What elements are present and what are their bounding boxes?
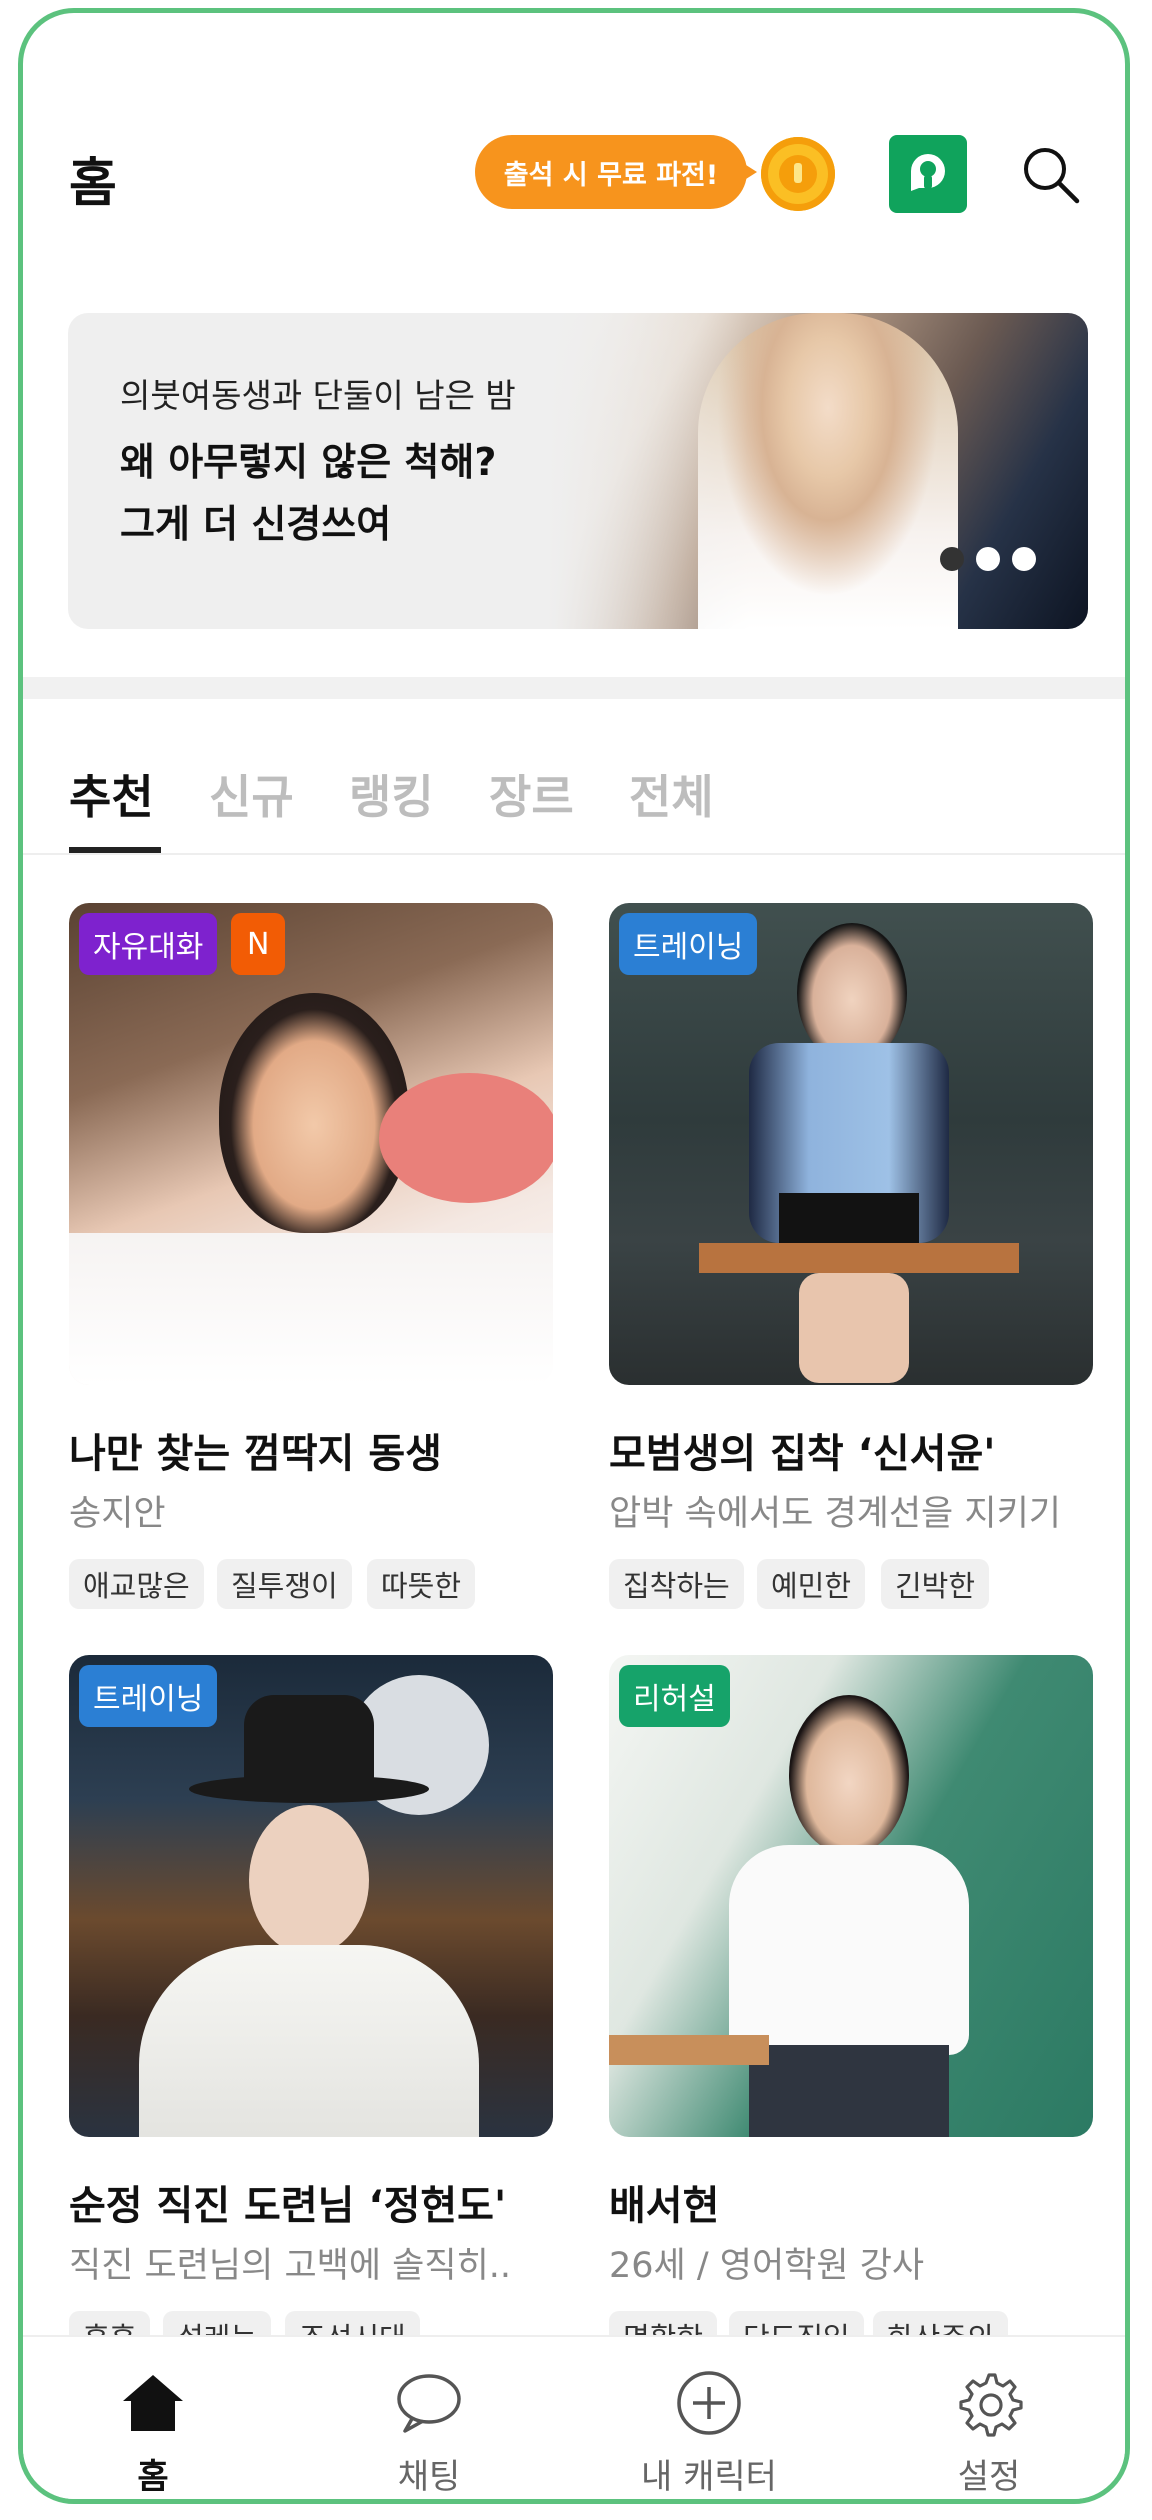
home-icon [117,2367,189,2439]
banner-subtitle: 의붓여동생과 단둘이 남은 밤 [120,376,516,415]
genre-badge: 자유대화 [79,913,218,975]
nav-label: 채팅 [397,2457,461,2497]
banner-dot-1[interactable] [940,547,964,571]
coin-icon[interactable] [761,137,835,211]
tab-recommended[interactable]: 추천 [69,761,154,827]
banner-headline-2: 그게 더 신경쓰여 [120,502,392,546]
tag-chip[interactable]: 질투쟁이 [217,1559,352,1609]
character-card-image[interactable] [609,903,1093,1385]
featured-banner[interactable]: 의붓여동생과 단둘이 남은 밤 왜 아무렇지 않은 척해? 그게 더 신경쓰여 [68,313,1088,629]
banner-dot-3[interactable] [1012,547,1036,571]
character-subtitle: 압박 속에서도 경계선을 지키기 [609,1494,1061,1534]
genre-badge: 리허설 [619,1665,730,1727]
tab-baseline [23,853,1125,855]
section-divider [23,677,1125,699]
banner-image [548,313,1088,629]
character-card-image[interactable] [609,1655,1093,2137]
character-title[interactable]: 배서현 [609,2173,719,2231]
chat-icon [393,2367,465,2439]
new-badge: N [231,913,286,975]
nav-home[interactable]: 홈 [53,2367,253,2498]
genre-badge: 트레이닝 [79,1665,218,1727]
plus-circle-icon [673,2367,745,2439]
character-app-icon[interactable] [889,135,967,213]
nav-my-character[interactable]: 내 캐릭터 [609,2367,809,2498]
tag-chip[interactable]: 긴박한 [881,1559,990,1609]
nav-label: 설정 [957,2457,1021,2497]
banner-dot-2[interactable] [976,547,1000,571]
promo-tail [735,158,757,186]
character-title[interactable]: 모범생의 집착 ‘신서윤' [609,1421,996,1479]
character-card-image[interactable] [69,903,553,1385]
nav-label: 홈 [137,2457,169,2497]
nav-chat[interactable]: 채팅 [329,2367,529,2498]
character-title[interactable]: 나만 찾는 껌딱지 동생 [69,1421,442,1479]
gear-icon [953,2367,1025,2439]
tab-active-indicator [69,847,161,853]
tag-chip[interactable]: 애교많은 [69,1559,204,1609]
tab-ranking[interactable]: 랭킹 [349,761,434,827]
tab-all[interactable]: 전체 [629,761,714,827]
genre-badge: 트레이닝 [619,913,758,975]
nav-label: 내 캐릭터 [641,2457,777,2497]
character-card-image[interactable] [69,1655,553,2137]
tab-genre[interactable]: 장르 [489,761,574,827]
tag-chip[interactable]: 집착하는 [609,1559,744,1609]
tag-chip[interactable]: 따뜻한 [367,1559,476,1609]
attendance-promo-button[interactable]: 출석 시 무료 파전! [475,135,747,209]
character-title[interactable]: 순정 직진 도련님 ‘정현도' [69,2173,506,2231]
search-icon[interactable] [1017,141,1087,211]
character-subtitle: 직진 도련님의 고백에 솔직히.. [69,2246,512,2286]
character-subtitle: 26세 / 영어학원 강사 [609,2246,925,2286]
page-title: 홈 [69,154,117,214]
tab-new[interactable]: 신규 [209,761,294,827]
bottom-navigation: 홈 채팅 내 캐릭터 설정 [23,2335,1125,2499]
tag-chip[interactable]: 예민한 [757,1559,866,1609]
banner-headline-1: 왜 아무렇지 않은 척해? [120,440,497,484]
character-subtitle: 송지안 [69,1494,166,1534]
nav-settings[interactable]: 설정 [889,2367,1089,2498]
app-frame: 홈 출석 시 무료 파전! 의붓여동생과 단둘이 남은 밤 왜 아무렇지 않은 … [18,8,1130,2504]
